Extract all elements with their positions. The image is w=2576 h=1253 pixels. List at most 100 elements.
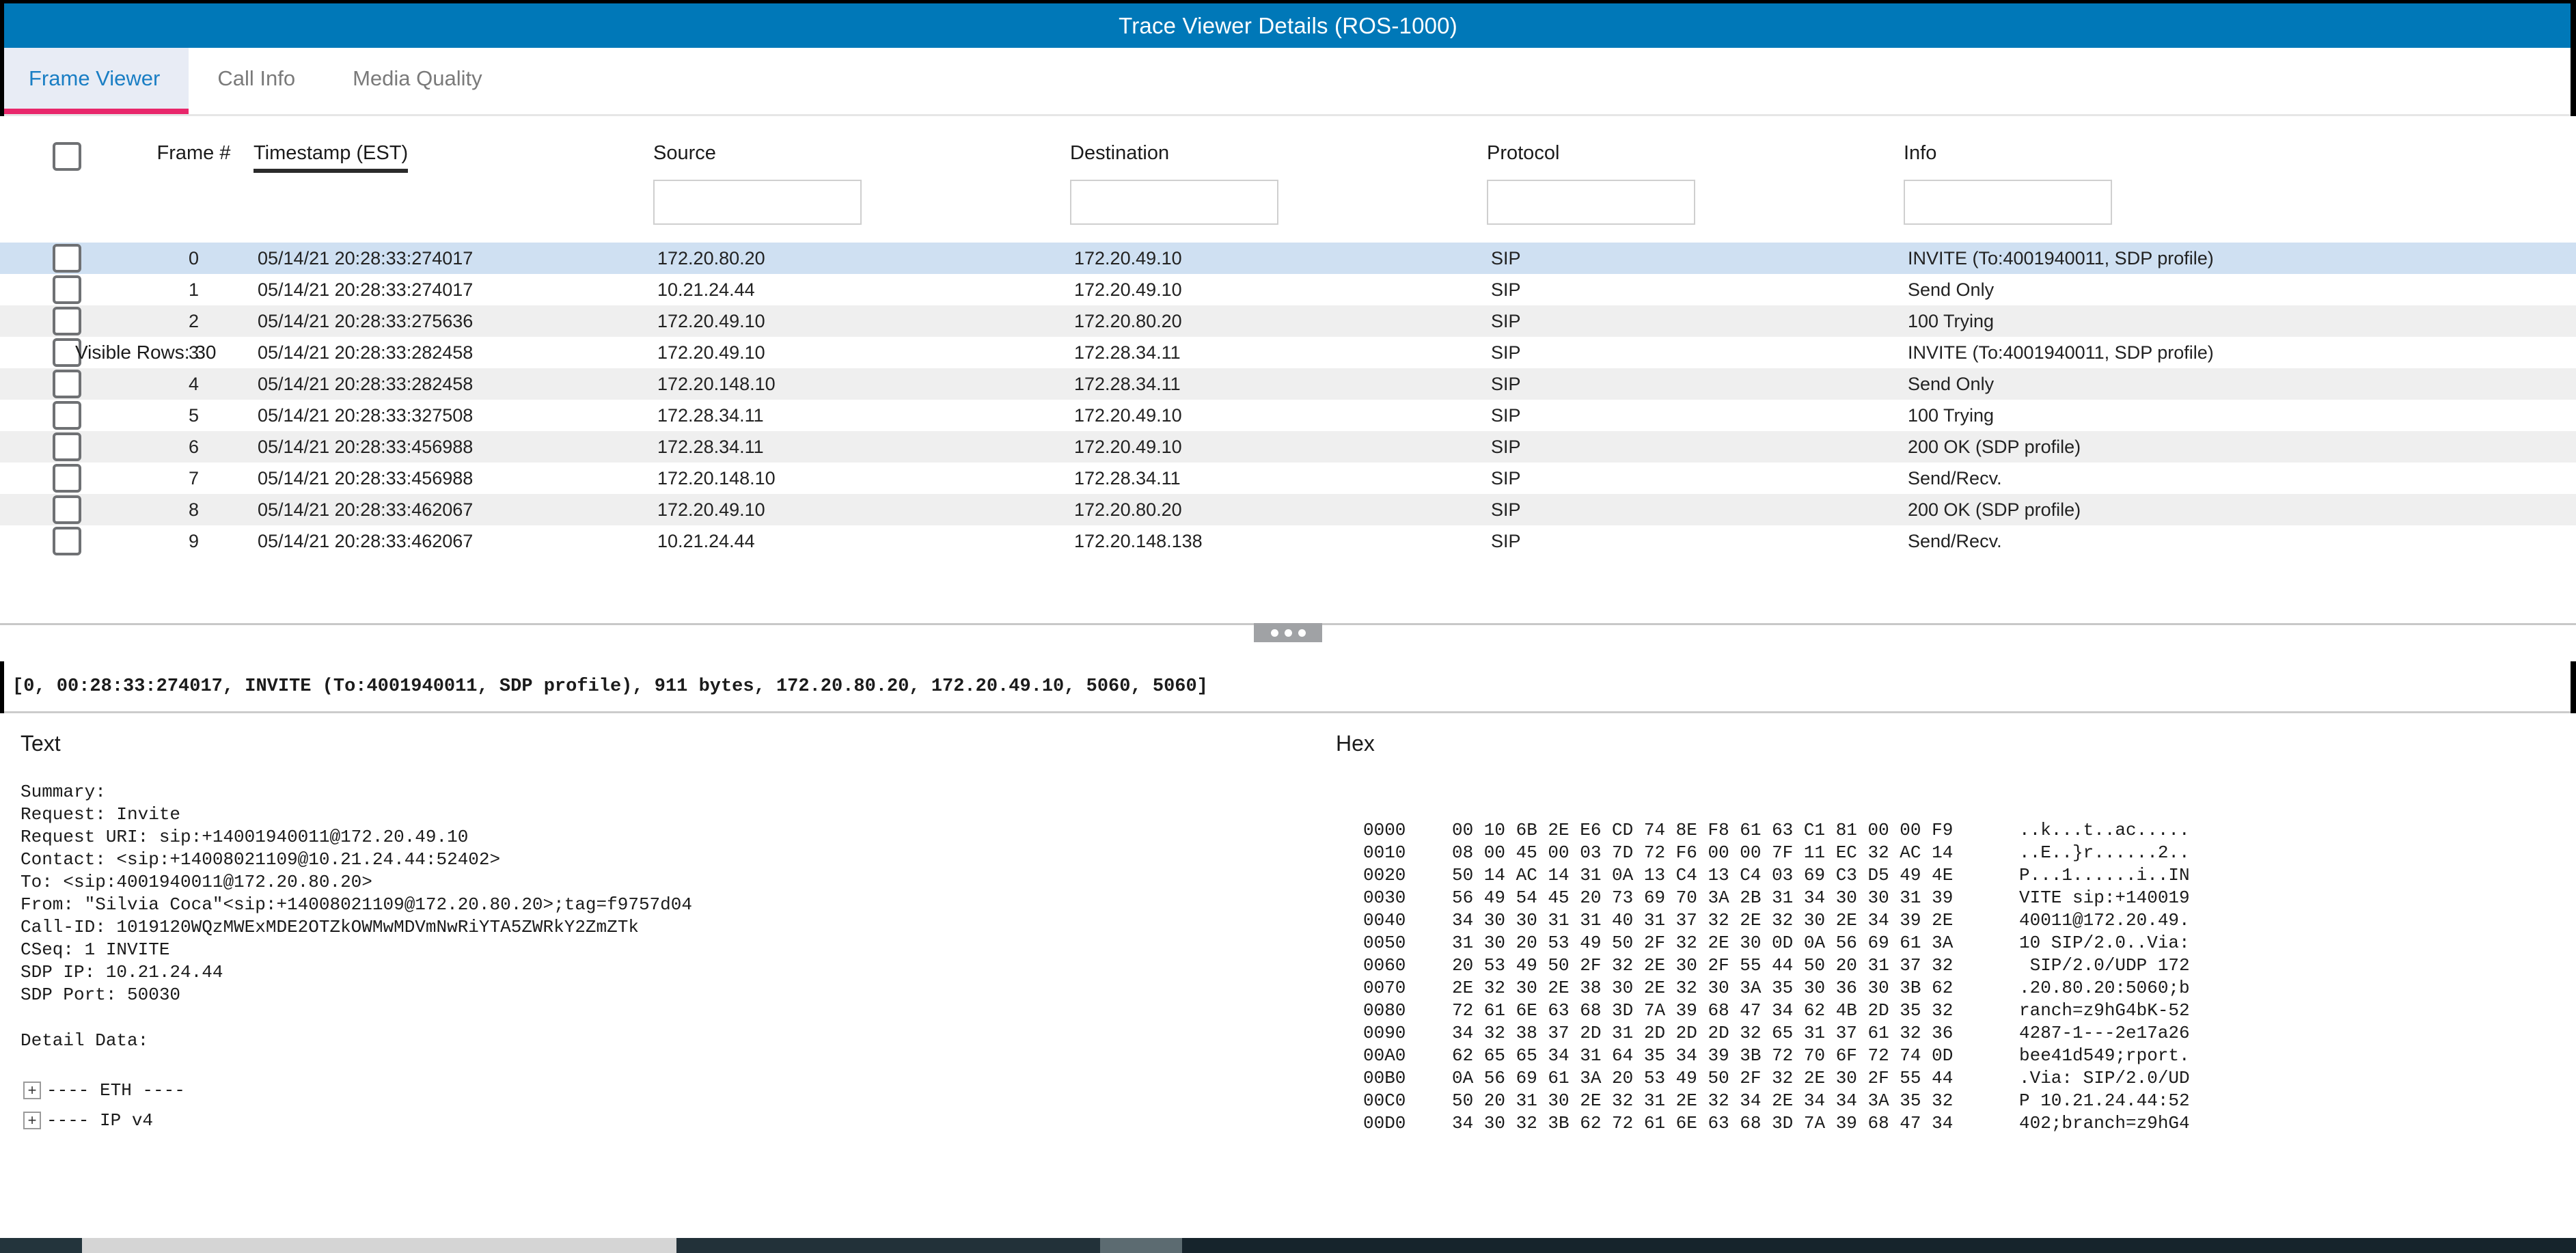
row-checkbox[interactable] <box>53 307 81 335</box>
cell-frame-number: 7 <box>188 467 200 488</box>
cell-protocol: SIP <box>1491 436 1521 457</box>
column-header-frame-label: Frame # <box>156 142 231 164</box>
row-checkbox[interactable] <box>53 432 81 461</box>
tree-node-eth[interactable]: + ---- ETH ---- <box>23 1075 1315 1105</box>
cell-frame-number: 8 <box>188 499 200 520</box>
row-checkbox[interactable] <box>53 401 81 430</box>
column-header-info[interactable]: Info <box>1904 116 2576 243</box>
detail-panes: Text Summary: Request: Invite Request UR… <box>0 713 2576 1253</box>
row-checkbox[interactable] <box>53 527 81 555</box>
column-header-protocol[interactable]: Protocol <box>1487 116 1904 243</box>
hex-row: 00C0 50 20 31 30 2E 32 31 2E 32 34 2E 34 … <box>1363 1090 2576 1112</box>
hex-offset: 0030 <box>1363 887 1406 908</box>
cell-source: 172.28.34.11 <box>657 436 764 457</box>
cell-destination: 172.28.34.11 <box>1074 467 1181 488</box>
detail-data-label: Detail Data: <box>20 1030 149 1051</box>
expand-icon[interactable]: + <box>23 1112 41 1129</box>
info-filter-input[interactable] <box>1904 180 2112 225</box>
cell-timestamp: 05/14/21 20:28:33:327508 <box>258 404 474 426</box>
protocol-filter-input[interactable] <box>1487 180 1695 225</box>
window-titlebar: Trace Viewer Details (ROS-1000) <box>0 0 2576 48</box>
column-header-destination[interactable]: Destination <box>1070 116 1487 243</box>
cell-timestamp: 05/14/21 20:28:33:456988 <box>258 436 474 457</box>
cell-frame-number: 5 <box>188 404 200 426</box>
row-checkbox-cell <box>0 431 134 463</box>
hex-pane: Hex 0000 00 10 6B 2E E6 CD 74 8E F8 61 63… <box>1315 713 2576 1253</box>
row-checkbox-cell <box>0 305 134 337</box>
table-row[interactable]: 5 05/14/21 20:28:33:327508 172.28.34.11 172… <box>0 400 2576 431</box>
hex-row: 00A0 62 65 65 34 31 64 35 34 39 3B 72 70 … <box>1363 1045 2576 1067</box>
scrollbar-thumb[interactable] <box>82 1238 676 1253</box>
table-row[interactable]: 8 05/14/21 20:28:33:462067 172.20.49.10 172… <box>0 494 2576 525</box>
text-pane-body: Summary: Request: Invite Request URI: si… <box>20 782 692 1005</box>
hex-row: 0030 56 49 54 45 20 73 69 70 3A 2B 31 34 … <box>1363 887 2576 909</box>
hex-row: 0010 08 00 45 00 03 7D 72 F6 00 00 7F 11 … <box>1363 842 2576 864</box>
hex-offset: 0090 <box>1363 1023 1406 1043</box>
tab-media-quality-label: Media Quality <box>353 66 482 90</box>
hex-ascii: 40011@172.20.49. <box>2019 910 2190 931</box>
tab-call-info[interactable]: Call Info <box>189 48 324 114</box>
tree-node-ipv4[interactable]: + ---- IP v4 <box>23 1105 1315 1135</box>
cell-protocol: SIP <box>1491 342 1521 363</box>
row-checkbox-cell <box>0 525 134 557</box>
bottom-horizontal-scrollbar[interactable] <box>0 1238 2576 1253</box>
table-row[interactable]: 0 05/14/21 20:28:33:274017 172.20.80.20 172… <box>0 243 2576 274</box>
hex-row: 0060 20 53 49 50 2F 32 2E 30 2F 55 44 50 … <box>1363 954 2576 977</box>
table-row[interactable]: 2 05/14/21 20:28:33:275636 172.20.49.10 172… <box>0 305 2576 337</box>
table-row[interactable]: 7 05/14/21 20:28:33:456988 172.20.148.10 17… <box>0 463 2576 494</box>
row-checkbox[interactable] <box>53 244 81 273</box>
cell-timestamp: 05/14/21 20:28:33:282458 <box>258 342 474 363</box>
scrollbar-right-button[interactable] <box>1100 1238 1182 1253</box>
hex-offset: 00C0 <box>1363 1090 1406 1111</box>
tree-node-ipv4-label: ---- IP v4 <box>46 1110 154 1131</box>
hex-pane-body: 0000 00 10 6B 2E E6 CD 74 8E F8 61 63 C1 … <box>1315 819 2576 1135</box>
table-row[interactable]: 4 05/14/21 20:28:33:282458 172.20.148.10 17… <box>0 368 2576 400</box>
source-filter-input[interactable] <box>653 180 862 225</box>
tab-frame-viewer[interactable]: Frame Viewer <box>0 48 189 114</box>
hex-offset: 00D0 <box>1363 1113 1406 1133</box>
tab-frame-viewer-label: Frame Viewer <box>29 66 161 90</box>
hex-row: 0090 34 32 38 37 2D 31 2D 2D 2D 32 65 31 … <box>1363 1022 2576 1045</box>
splitter-grip-icon[interactable] <box>1254 623 1322 642</box>
table-row[interactable]: 1 05/14/21 20:28:33:274017 10.21.24.44 172.… <box>0 274 2576 305</box>
row-checkbox[interactable] <box>53 370 81 398</box>
hex-bytes: 31 30 20 53 49 50 2F 32 2E 30 0D 0A 56 6… <box>1452 933 1954 953</box>
destination-filter-input[interactable] <box>1070 180 1278 225</box>
tab-media-quality[interactable]: Media Quality <box>324 48 511 114</box>
select-all-checkbox[interactable] <box>53 142 81 171</box>
column-header-timestamp[interactable]: Timestamp (EST) <box>254 116 653 243</box>
column-header-protocol-label: Protocol <box>1487 142 1560 164</box>
cell-frame-number: 0 <box>188 247 200 268</box>
table-row[interactable]: 9 05/14/21 20:28:33:462067 10.21.24.44 172.… <box>0 525 2576 557</box>
cell-info: INVITE (To:4001940011, SDP profile) <box>1908 247 2214 268</box>
hex-ascii: ranch=z9hG4bK-52 <box>2019 1000 2190 1021</box>
scrollbar-left-button[interactable] <box>0 1238 82 1253</box>
row-checkbox[interactable] <box>53 495 81 524</box>
row-checkbox[interactable] <box>53 275 81 304</box>
hex-pane-title: Hex <box>1336 731 1375 756</box>
expand-icon[interactable]: + <box>23 1082 41 1099</box>
frame-table-container: Frame # Timestamp (EST) Source Destinati… <box>0 116 2576 623</box>
column-header-source[interactable]: Source <box>653 116 1070 243</box>
column-header-select-all[interactable] <box>0 116 134 243</box>
column-header-frame[interactable]: Frame # <box>134 116 254 243</box>
hex-bytes: 34 30 30 31 31 40 31 37 32 2E 32 30 2E 3… <box>1452 910 1954 931</box>
row-checkbox-cell <box>0 243 134 274</box>
window-top-edge <box>0 0 2576 3</box>
hex-ascii: 4287-1---2e17a26 <box>2019 1023 2190 1043</box>
cell-info: 200 OK (SDP profile) <box>1908 499 2081 520</box>
pane-splitter[interactable] <box>0 623 2576 661</box>
cell-source: 172.20.80.20 <box>657 247 765 268</box>
cell-frame-number: 1 <box>188 279 200 300</box>
hex-ascii: ..k...t..ac..... <box>2019 820 2190 840</box>
hex-bytes: 50 20 31 30 2E 32 31 2E 32 34 2E 34 34 3… <box>1452 1090 1954 1111</box>
scrollbar-track-right[interactable] <box>676 1238 1100 1253</box>
table-row[interactable]: 3 05/14/21 20:28:33:282458 172.20.49.10 172… <box>0 337 2576 368</box>
cell-destination: 172.28.34.11 <box>1074 342 1181 363</box>
cell-info: 200 OK (SDP profile) <box>1908 436 2081 457</box>
cell-timestamp: 05/14/21 20:28:33:462067 <box>258 530 474 551</box>
table-row[interactable]: 6 05/14/21 20:28:33:456988 172.28.34.11 172… <box>0 431 2576 463</box>
row-checkbox[interactable] <box>53 464 81 493</box>
cell-destination: 172.20.49.10 <box>1074 404 1182 426</box>
cell-source: 172.20.148.10 <box>657 467 776 488</box>
